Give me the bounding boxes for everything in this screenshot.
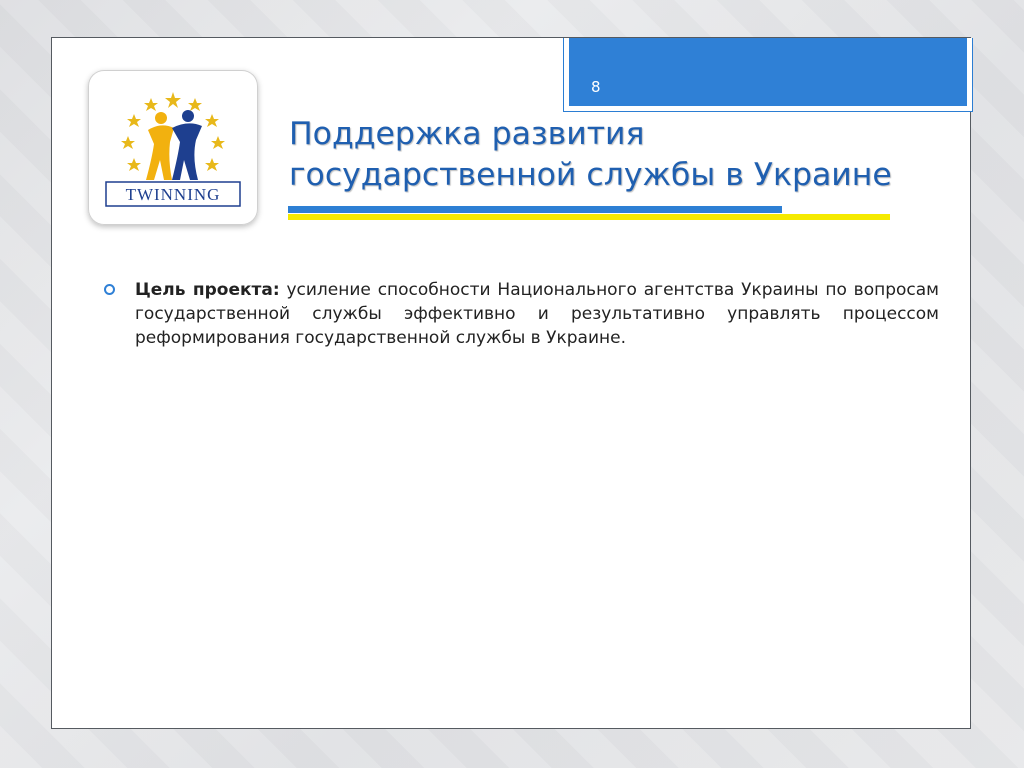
twinning-logo-icon: TWINNING <box>105 92 241 207</box>
slide-title-line2: государственной службы в Украине <box>289 157 892 193</box>
bullet-text: Цель проекта: усиление способности Нацио… <box>135 278 939 350</box>
slide-title: Поддержка развития государственной служб… <box>289 114 929 196</box>
page-number: 8 <box>591 78 601 96</box>
yellow-figure-icon <box>146 112 174 180</box>
logo-text: TWINNING <box>126 185 221 204</box>
blue-figure-icon <box>172 110 202 180</box>
bullet-icon <box>104 284 115 295</box>
title-underline-blue <box>288 206 782 213</box>
slide-title-line1: Поддержка развития <box>289 116 645 152</box>
title-underline-yellow <box>288 214 890 220</box>
page-number-tab: 8 <box>563 38 973 112</box>
twinning-logo: TWINNING <box>88 70 258 225</box>
page-number-tab-fill: 8 <box>569 38 967 106</box>
bullet-label: Цель проекта: <box>135 280 280 300</box>
